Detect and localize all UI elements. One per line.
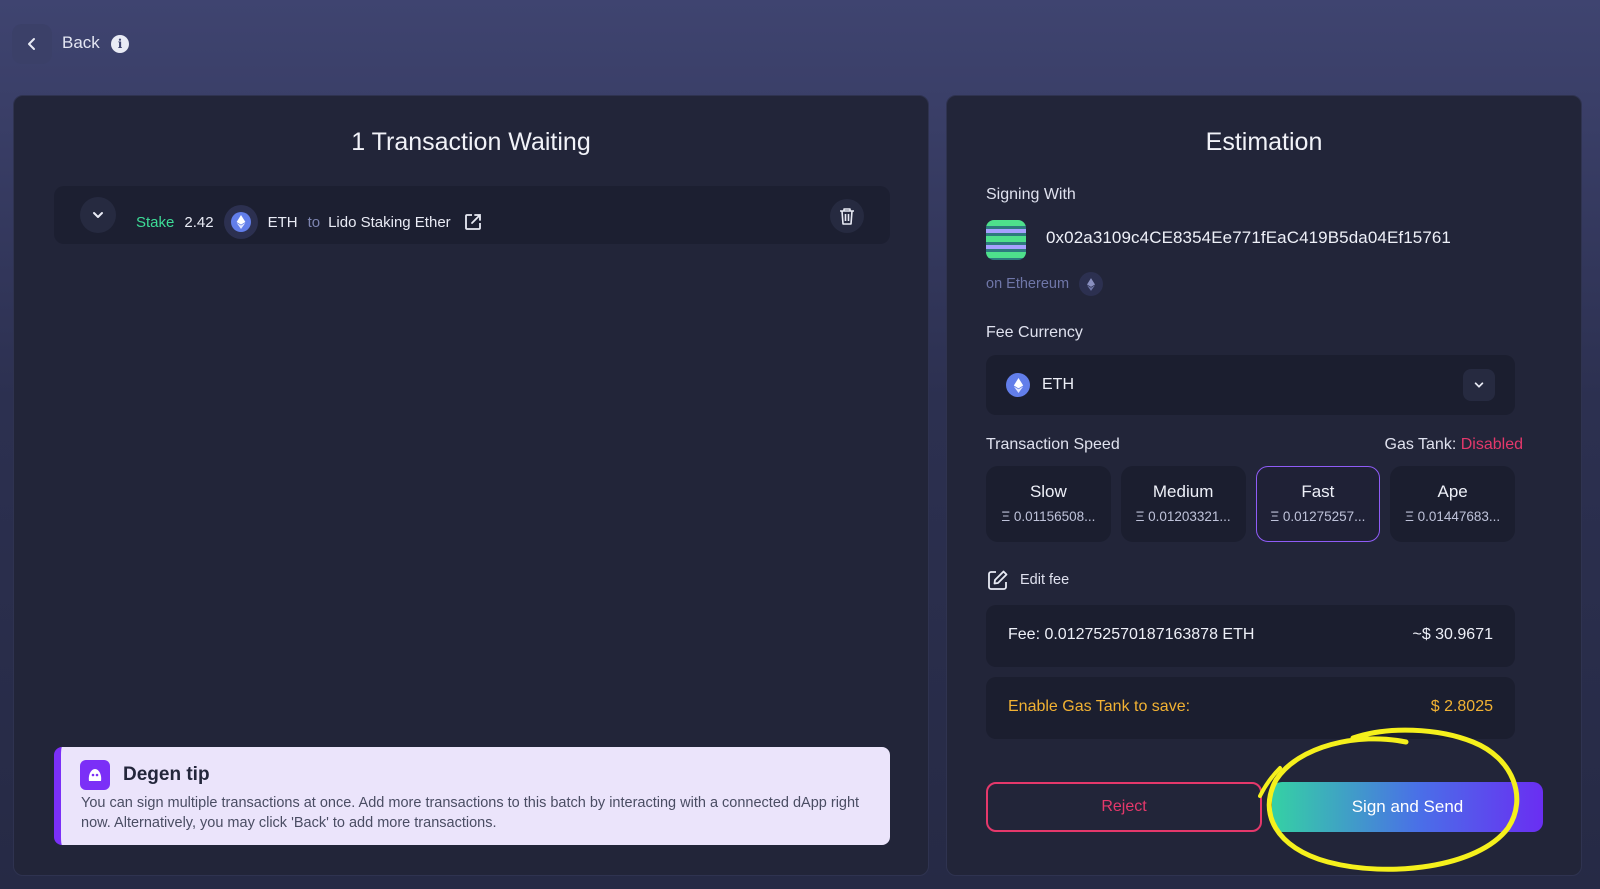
fee-summary: Fee: 0.012752570187163878 ETH ~$ 30.9671 bbox=[986, 605, 1515, 667]
reject-button[interactable]: Reject bbox=[986, 782, 1262, 832]
speed-name: Fast bbox=[1301, 482, 1335, 501]
speed-option-medium[interactable]: Medium Ξ 0.01203321... bbox=[1120, 466, 1246, 542]
fee-amount: Fee: 0.012752570187163878 ETH bbox=[1008, 626, 1255, 643]
chevron-left-icon bbox=[28, 38, 35, 50]
speed-value: Ξ 0.01275257... bbox=[1270, 509, 1366, 524]
speed-value: Ξ 0.01203321... bbox=[1135, 509, 1231, 524]
edit-fee-label: Edit fee bbox=[1020, 572, 1070, 588]
savings-value: $ 2.8025 bbox=[1430, 698, 1493, 715]
signing-with-label: Signing With bbox=[986, 186, 1076, 203]
fee-usd: ~$ 30.9671 bbox=[1412, 626, 1493, 643]
delete-transaction-button[interactable] bbox=[830, 199, 864, 233]
speed-name: Slow bbox=[1029, 482, 1067, 501]
signing-address: 0x02a3109c4CE8354Ee771fEaC419B5da04Ef157… bbox=[1046, 228, 1451, 247]
edit-fee-button[interactable]: Edit fee bbox=[986, 568, 1069, 592]
eth-icon bbox=[1006, 373, 1030, 397]
chevron-down-icon[interactable] bbox=[1463, 369, 1495, 401]
speed-name: Medium bbox=[1152, 482, 1214, 501]
transaction-speed-label: Transaction Speed bbox=[986, 436, 1120, 453]
transaction-destination: Lido Staking Ether bbox=[328, 213, 451, 231]
speed-options: Slow Ξ 0.01156508... Medium Ξ 0.01203321… bbox=[986, 466, 1515, 542]
degen-tip-banner: Degen tip You can sign multiple transact… bbox=[54, 747, 890, 845]
ethereum-icon bbox=[1079, 272, 1104, 296]
transactions-panel: 1 Transaction Waiting Stake 2.42 ETH to … bbox=[13, 95, 929, 876]
gas-tank-status: Gas Tank: Disabled bbox=[1385, 436, 1523, 454]
fee-currency-select[interactable]: ETH bbox=[986, 355, 1515, 415]
transaction-row: Stake 2.42 ETH to Lido Staking Ether bbox=[54, 186, 890, 244]
gas-tank-label: Gas Tank: bbox=[1384, 436, 1457, 453]
network-name: on Ethereum bbox=[986, 276, 1070, 292]
sign-and-send-button[interactable]: Sign and Send bbox=[1272, 782, 1543, 832]
external-link-icon[interactable] bbox=[463, 212, 483, 232]
transaction-token: ETH bbox=[267, 213, 298, 231]
transaction-summary: Stake 2.42 ETH to Lido Staking Ether bbox=[136, 205, 483, 239]
estimation-panel: Estimation Signing With 0x02a3109c4CE835… bbox=[946, 95, 1582, 876]
fee-currency-label: Fee Currency bbox=[986, 324, 1083, 341]
estimation-title: Estimation bbox=[1205, 128, 1323, 156]
back-button[interactable] bbox=[12, 24, 52, 64]
speed-value: Ξ 0.01447683... bbox=[1405, 509, 1501, 524]
back-label[interactable]: Back bbox=[62, 33, 100, 53]
info-icon[interactable]: i bbox=[111, 35, 129, 53]
transaction-amount: 2.42 bbox=[184, 213, 214, 231]
tip-title: Degen tip bbox=[123, 764, 210, 785]
gorilla-icon bbox=[80, 760, 110, 790]
transaction-connector: to bbox=[307, 213, 321, 231]
chevron-down-icon bbox=[93, 212, 103, 218]
gas-tank-disabled: Disabled bbox=[1460, 436, 1523, 453]
speed-option-ape[interactable]: Ape Ξ 0.01447683... bbox=[1390, 466, 1515, 542]
fee-currency-value: ETH bbox=[1042, 376, 1074, 393]
savings-label: Enable Gas Tank to save: bbox=[1008, 698, 1191, 715]
gas-tank-savings: Enable Gas Tank to save: $ 2.8025 bbox=[986, 677, 1515, 739]
speed-option-slow[interactable]: Slow Ξ 0.01156508... bbox=[986, 466, 1111, 542]
network-label: on Ethereum bbox=[986, 272, 1104, 296]
transactions-title: 1 Transaction Waiting bbox=[351, 128, 591, 156]
speed-value: Ξ 0.01156508... bbox=[1001, 509, 1096, 524]
expand-transaction-button[interactable] bbox=[80, 197, 116, 233]
account-avatar bbox=[986, 220, 1026, 260]
tip-text: You can sign multiple transactions at on… bbox=[81, 795, 860, 831]
speed-name: Ape bbox=[1437, 482, 1468, 501]
edit-icon bbox=[988, 570, 1008, 590]
speed-option-fast[interactable]: Fast Ξ 0.01275257... bbox=[1255, 466, 1381, 542]
trash-icon bbox=[840, 208, 854, 225]
transaction-action: Stake bbox=[136, 213, 175, 231]
eth-token-icon bbox=[223, 205, 258, 239]
